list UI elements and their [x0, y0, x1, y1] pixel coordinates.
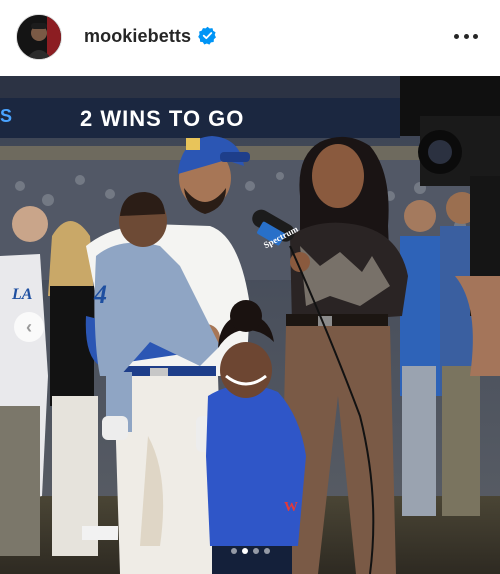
username[interactable]: mookiebetts	[84, 26, 191, 47]
verified-badge-icon	[198, 26, 216, 45]
carousel-dots	[0, 548, 500, 558]
jacket-logo-text: W	[284, 500, 298, 515]
carousel-dot-active[interactable]	[241, 548, 248, 554]
carousel-dot[interactable]	[230, 548, 237, 554]
scoreboard-text: 2 WINS TO GO	[80, 106, 245, 131]
avatar-photo	[17, 15, 61, 59]
post-header: mookiebetts	[0, 0, 500, 76]
post-photo[interactable]: S 2 WINS TO GO LA 4 Spectrum W ‹	[0, 76, 500, 574]
chevron-left-icon: ‹	[26, 316, 32, 337]
photo-scene	[0, 76, 500, 574]
carousel-prev-button[interactable]: ‹	[14, 312, 44, 342]
jersey-number-text: 4	[94, 280, 107, 309]
carousel-dot[interactable]	[263, 548, 270, 554]
more-horizontal-icon	[454, 33, 459, 39]
more-options-button[interactable]	[454, 26, 478, 46]
carousel-dot[interactable]	[252, 548, 259, 554]
background-jersey-text: LA	[12, 286, 33, 303]
profile-avatar[interactable]	[16, 14, 62, 60]
scoreboard-left-text: S	[0, 106, 13, 126]
